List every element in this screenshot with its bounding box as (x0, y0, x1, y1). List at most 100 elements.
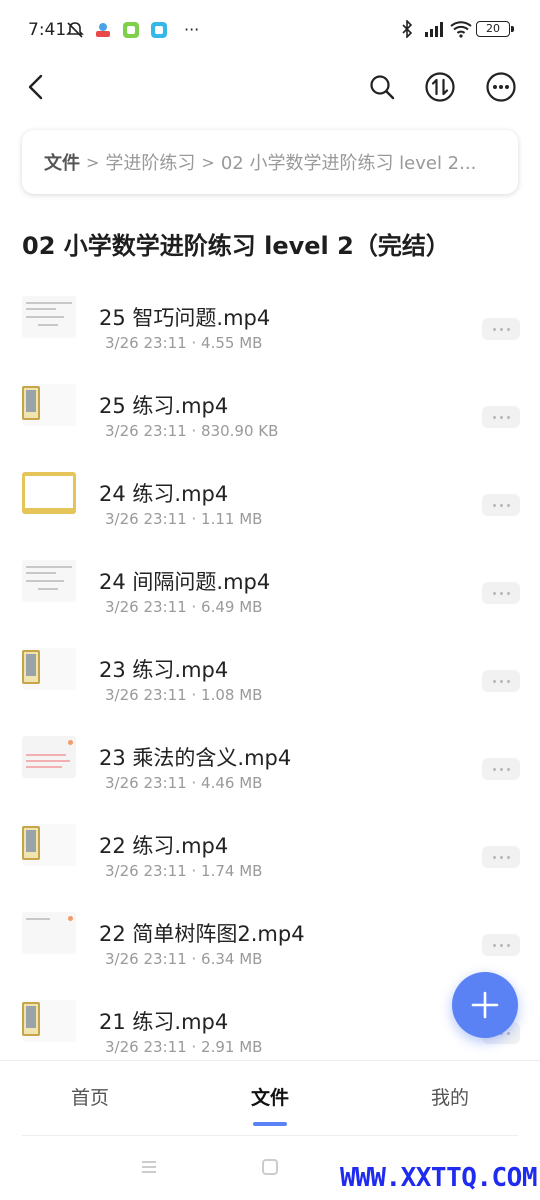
meta-separator: · (191, 950, 197, 968)
breadcrumb: 文件 > 学进阶练习 > 02 小学数学进阶练习 level 2... (22, 130, 518, 194)
back-button[interactable] (22, 70, 52, 104)
watermark: WWW.XXTTQ.COM (340, 1163, 538, 1193)
file-name: 23 乘法的含义.mp4 (99, 746, 292, 770)
app-icon (94, 21, 112, 39)
file-size: 830.90 KB (201, 422, 279, 440)
app2-icon (150, 21, 168, 39)
file-date: 3/26 23:11 (105, 686, 187, 704)
breadcrumb-item-root[interactable]: 文件 (44, 149, 80, 175)
file-meta: 3/26 23:11 · 830.90 KB (105, 422, 278, 440)
mute-icon (66, 21, 84, 39)
video-thumbnail (22, 912, 76, 954)
video-thumbnail (22, 560, 76, 602)
bluetooth-icon (398, 19, 416, 39)
more-button[interactable] (485, 70, 517, 104)
file-size: 6.49 MB (201, 598, 263, 616)
search-icon (370, 75, 395, 100)
breadcrumb-separator: > (201, 152, 215, 172)
video-thumbnail (22, 384, 76, 426)
file-size: 4.55 MB (201, 334, 263, 352)
file-date: 3/26 23:11 (105, 334, 187, 352)
file-row[interactable]: 22 练习.mp4 3/26 23:11 · 1.74 MB (0, 810, 540, 898)
file-meta: 3/26 23:11 · 2.91 MB (105, 1038, 262, 1056)
file-row[interactable]: 25 智巧问题.mp4 3/26 23:11 · 4.55 MB (0, 282, 540, 370)
meta-separator: · (191, 774, 197, 792)
file-size: 2.91 MB (201, 1038, 263, 1056)
page-title: 02 小学数学进阶练习 level 2（完结） (22, 232, 450, 260)
plus-icon (471, 991, 499, 1019)
meta-separator: · (191, 510, 197, 528)
file-date: 3/26 23:11 (105, 862, 187, 880)
meta-separator: · (191, 422, 197, 440)
file-more-button[interactable] (482, 494, 520, 516)
transfer-icon (425, 72, 455, 102)
file-meta: 3/26 23:11 · 6.49 MB (105, 598, 262, 616)
file-row[interactable]: 22 简单树阵图2.mp4 3/26 23:11 · 6.34 MB (0, 898, 540, 986)
breadcrumb-separator: > (86, 152, 100, 172)
file-date: 3/26 23:11 (105, 598, 187, 616)
wechat-icon (122, 21, 140, 39)
video-thumbnail (22, 824, 76, 866)
status-bar: 7:41 ··· 20 (0, 0, 540, 62)
file-date: 3/26 23:11 (105, 510, 187, 528)
file-more-button[interactable] (482, 846, 520, 868)
file-size: 1.74 MB (201, 862, 263, 880)
file-name: 22 练习.mp4 (99, 834, 229, 858)
file-size: 4.46 MB (201, 774, 263, 792)
home-icon[interactable] (261, 1158, 279, 1180)
file-more-button[interactable] (482, 318, 520, 340)
breadcrumb-item-current: 02 小学数学进阶练习 level 2... (220, 153, 477, 174)
file-name: 21 练习.mp4 (99, 1010, 229, 1034)
file-date: 3/26 23:11 (105, 422, 187, 440)
file-more-button[interactable] (482, 406, 520, 428)
file-list: 25 智巧问题.mp4 3/26 23:11 · 4.55 MB 25 练习.mp4… (0, 282, 540, 1074)
file-more-button[interactable] (482, 582, 520, 604)
file-row[interactable]: 24 练习.mp4 3/26 23:11 · 1.11 MB (0, 458, 540, 546)
file-size: 1.08 MB (201, 686, 263, 704)
video-thumbnail (22, 736, 76, 778)
tab-home[interactable]: 首页 (71, 1083, 109, 1110)
meta-separator: · (191, 1038, 197, 1056)
meta-separator: · (191, 862, 197, 880)
file-row[interactable]: 25 练习.mp4 3/26 23:11 · 830.90 KB (0, 370, 540, 458)
file-row[interactable]: 24 间隔问题.mp4 3/26 23:11 · 6.49 MB (0, 546, 540, 634)
meta-separator: · (191, 598, 197, 616)
file-meta: 3/26 23:11 · 1.74 MB (105, 862, 262, 880)
transfer-button[interactable] (424, 70, 456, 104)
file-more-button[interactable] (482, 670, 520, 692)
breadcrumb-item-parent[interactable]: 学进阶练习 (105, 149, 195, 175)
add-button[interactable] (452, 972, 518, 1038)
file-more-button[interactable] (482, 758, 520, 780)
file-meta: 3/26 23:11 · 1.11 MB (105, 510, 262, 528)
back-icon (28, 74, 43, 100)
file-size: 6.34 MB (201, 950, 263, 968)
battery-icon: 20 (476, 21, 514, 37)
file-more-button[interactable] (482, 934, 520, 956)
signal-icon (424, 20, 443, 38)
video-thumbnail (22, 648, 76, 690)
file-name: 25 智巧问题.mp4 (99, 306, 271, 330)
file-name: 25 练习.mp4 (99, 394, 229, 418)
file-name: 22 简单树阵图2.mp4 (99, 922, 305, 946)
meta-separator: · (191, 686, 197, 704)
file-meta: 3/26 23:11 · 4.55 MB (105, 334, 262, 352)
video-thumbnail (22, 1000, 76, 1042)
more-status-indicator: ··· (184, 20, 200, 39)
file-name: 24 间隔问题.mp4 (99, 570, 271, 594)
meta-separator: · (191, 334, 197, 352)
tab-mine[interactable]: 我的 (431, 1083, 469, 1110)
tab-files[interactable]: 文件 (251, 1083, 289, 1110)
file-date: 3/26 23:11 (105, 950, 187, 968)
file-row[interactable]: 23 练习.mp4 3/26 23:11 · 1.08 MB (0, 634, 540, 722)
file-date: 3/26 23:11 (105, 1038, 187, 1056)
file-date: 3/26 23:11 (105, 774, 187, 792)
active-tab-indicator (253, 1122, 287, 1126)
menu-icon[interactable] (140, 1158, 158, 1180)
status-time: 7:41 (28, 20, 67, 40)
file-row[interactable]: 23 乘法的含义.mp4 3/26 23:11 · 4.46 MB (0, 722, 540, 810)
wifi-icon (450, 20, 472, 38)
more-icon (486, 72, 516, 102)
search-button[interactable] (366, 70, 398, 104)
file-meta: 3/26 23:11 · 4.46 MB (105, 774, 262, 792)
video-thumbnail (22, 296, 76, 338)
